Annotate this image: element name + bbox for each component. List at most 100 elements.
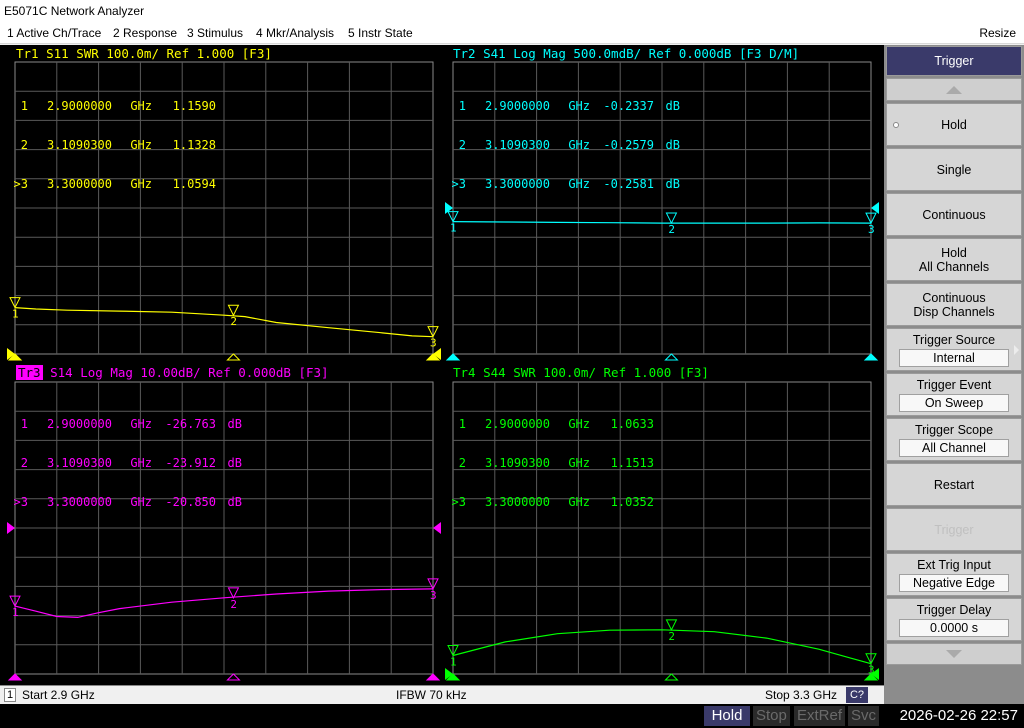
tr2-marker-2-label: 2 [668,223,675,236]
instrument-status-bar: Hold Stop ExtRef Svc 2026-02-26 22:57 [0,704,1024,728]
tr1-marker-1-label: 1 [12,308,19,321]
tr1-marker-3-label: 3 [430,337,437,350]
scroll-down-button[interactable] [886,643,1022,665]
menu-bar: 1 Active Ch/Trace 2 Response 3 Stimulus … [0,22,1024,44]
tr4-marker-row-2: 2 3.1090300 GHz 1.1513 [458,456,654,470]
cont-disp-label-1: Continuous [922,290,986,305]
tr3-marker-row-3: >3 3.3000000 GHz -20.850 dB [13,495,242,509]
extref-indicator: ExtRef [794,706,846,726]
hold-all-label-1: Hold [941,245,967,260]
tr1-marker-row-1: 1 2.9000000 GHz 1.1590 [20,99,216,113]
cont-disp-label-2: Disp Channels [913,304,995,319]
trigger-scope-value: All Channel [899,438,1009,457]
menu-response[interactable]: 2 Response [113,22,177,44]
trigger-button[interactable]: Trigger [886,508,1022,551]
tr1-header[interactable]: Tr1 S11 SWR 100.0m/ Ref 1.000 [F3] [16,47,272,61]
menu-active-ch-trace[interactable]: 1 Active Ch/Trace [7,22,101,44]
tr1-marker-row-2: 2 3.1090300 GHz 1.1328 [20,138,216,152]
date-time: 2026-02-26 22:57 [899,707,1018,724]
tr2-marker-row-2: 2 3.1090300 GHz -0.2579 dB [458,138,680,152]
trigger-source-value: Internal [899,348,1009,367]
tr2-header[interactable]: Tr2 S41 Log Mag 500.0mdB/ Ref 0.000dB [F… [453,47,799,61]
tr4-marker-1-label: 1 [450,656,457,669]
svc-indicator: Svc [848,706,880,726]
tr3-axis-marker-icon [226,673,241,681]
tr1-marker-row-3: >3 3.3000000 GHz 1.0594 [13,177,216,191]
scroll-up-button[interactable] [886,78,1022,101]
hold-label: Hold [941,117,967,132]
trigger-event-value: On Sweep [899,393,1009,412]
tr4-marker-2-label: 2 [668,630,675,643]
stop-indicator: Stop [753,706,790,726]
tr1-marker-table: 1 2.9000000 GHz 1.1590 2 3.1090300 GHz 1.1328 … [0,74,216,217]
tr4-header[interactable]: Tr4 S44 SWR 100.0m/ Ref 1.000 [F3] [453,366,709,380]
tr3-marker-row-2: 2 3.1090300 GHz -23.912 dB [20,456,242,470]
continuous-button[interactable]: Continuous [886,193,1022,236]
network-analyzer-window: E5071C Network Analyzer 1 Active Ch/Trac… [0,0,1024,728]
submenu-arrow-icon [1014,344,1019,355]
hold-button[interactable]: Hold [886,103,1022,146]
ext-trig-input-button[interactable]: Ext Trig Input Negative Edge [886,553,1022,596]
tr2-marker-row-3: >3 3.3000000 GHz -0.2581 dB [451,177,680,191]
tr3-marker-row-1: 1 2.9000000 GHz -26.763 dB [20,417,242,431]
start-frequency[interactable]: Start 2.9 GHz [22,686,95,704]
tr3-marker-1-label: 1 [12,606,19,619]
menu-instr-state[interactable]: 5 Instr State [348,22,413,44]
softkey-menu-title: Trigger [886,46,1022,76]
ifbw-setting[interactable]: IFBW 70 kHz [396,686,467,704]
hold-all-channels-button[interactable]: Hold All Channels [886,238,1022,281]
tr2-marker-row-1: 1 2.9000000 GHz -0.2337 dB [458,99,680,113]
single-button[interactable]: Single [886,148,1022,191]
hold-indicator: Hold [704,706,750,726]
softkey-panel: Trigger Hold Single Continuous Hold All C… [884,45,1024,704]
tr2-marker-table: 1 2.9000000 GHz -0.2337 dB 2 3.1090300 GHz -0.2… [438,74,680,217]
tr2-ref-right-icon [871,202,879,214]
stop-frequency[interactable]: Stop 3.3 GHz [765,686,837,704]
tr1-axis-marker-icon [226,353,241,361]
trigger-delay-button[interactable]: Trigger Delay 0.0000 s [886,598,1022,641]
trigger-delay-value: 0.0000 s [899,618,1009,637]
tr3-axis-marker-icon [7,673,23,681]
tr2-marker-1-label: 1 [450,222,457,235]
tr3-axis-marker-icon [425,673,441,681]
tr1-marker-2-icon[interactable] [227,304,240,317]
tr3-active-badge[interactable]: Tr3 [16,365,43,380]
tr3-marker-table: 1 2.9000000 GHz -26.763 dB 2 3.1090300 GHz -23.… [0,392,242,535]
tr4-marker-row-1: 1 2.9000000 GHz 1.0633 [458,417,654,431]
tr2-axis-marker-icon [863,353,879,361]
trigger-scope-label: Trigger Scope [914,422,994,437]
continuous-disp-channels-button[interactable]: Continuous Disp Channels [886,283,1022,326]
tr3-marker-3-label: 3 [430,589,437,602]
radio-selected-icon [893,121,899,128]
calibration-status[interactable]: C? [846,687,868,703]
trigger-scope-button[interactable]: Trigger Scope All Channel [886,418,1022,461]
menu-stimulus[interactable]: 3 Stimulus [187,22,243,44]
trigger-event-label: Trigger Event [916,377,992,392]
channel-number[interactable]: 1 [4,688,16,702]
window-title: E5071C Network Analyzer [0,0,1024,22]
restart-button[interactable]: Restart [886,463,1022,506]
menu-resize[interactable]: Resize [979,22,1016,44]
trigger-source-label: Trigger Source [912,332,996,347]
menu-mkr-analysis[interactable]: 4 Mkr/Analysis [256,22,334,44]
tr2-axis-marker-icon [445,353,461,361]
tr4-marker-table: 1 2.9000000 GHz 1.0633 2 3.1090300 GHz 1.1513 … [438,392,654,535]
trigger-event-button[interactable]: Trigger Event On Sweep [886,373,1022,416]
tr1-marker-2-label: 2 [230,315,237,328]
hold-all-label-2: All Channels [918,259,990,274]
ext-trig-input-value: Negative Edge [899,573,1009,592]
tr3-header-text: S14 Log Mag 10.00dB/ Ref 0.000dB [F3] [50,365,329,380]
tr2-marker-3-label: 3 [868,223,875,236]
channel-status-line: 1 Start 2.9 GHz IFBW 70 kHz Stop 3.3 GHz… [0,685,884,703]
tr4-axis-marker-icon [664,673,679,681]
tr2-axis-marker-icon [664,353,679,361]
chevron-up-icon [946,85,962,94]
tr3-marker-2-label: 2 [230,598,237,611]
tr3-header[interactable]: Tr3 S14 Log Mag 10.00dB/ Ref 0.000dB [F3… [16,365,329,380]
trigger-delay-label: Trigger Delay [916,602,992,617]
tr4-marker-2-icon[interactable] [665,619,678,631]
trigger-source-button[interactable]: Trigger Source Internal [886,328,1022,371]
chevron-down-icon [946,650,962,658]
ext-trig-input-label: Ext Trig Input [917,557,991,572]
tr4-marker-row-3: >3 3.3000000 GHz 1.0352 [451,495,654,509]
